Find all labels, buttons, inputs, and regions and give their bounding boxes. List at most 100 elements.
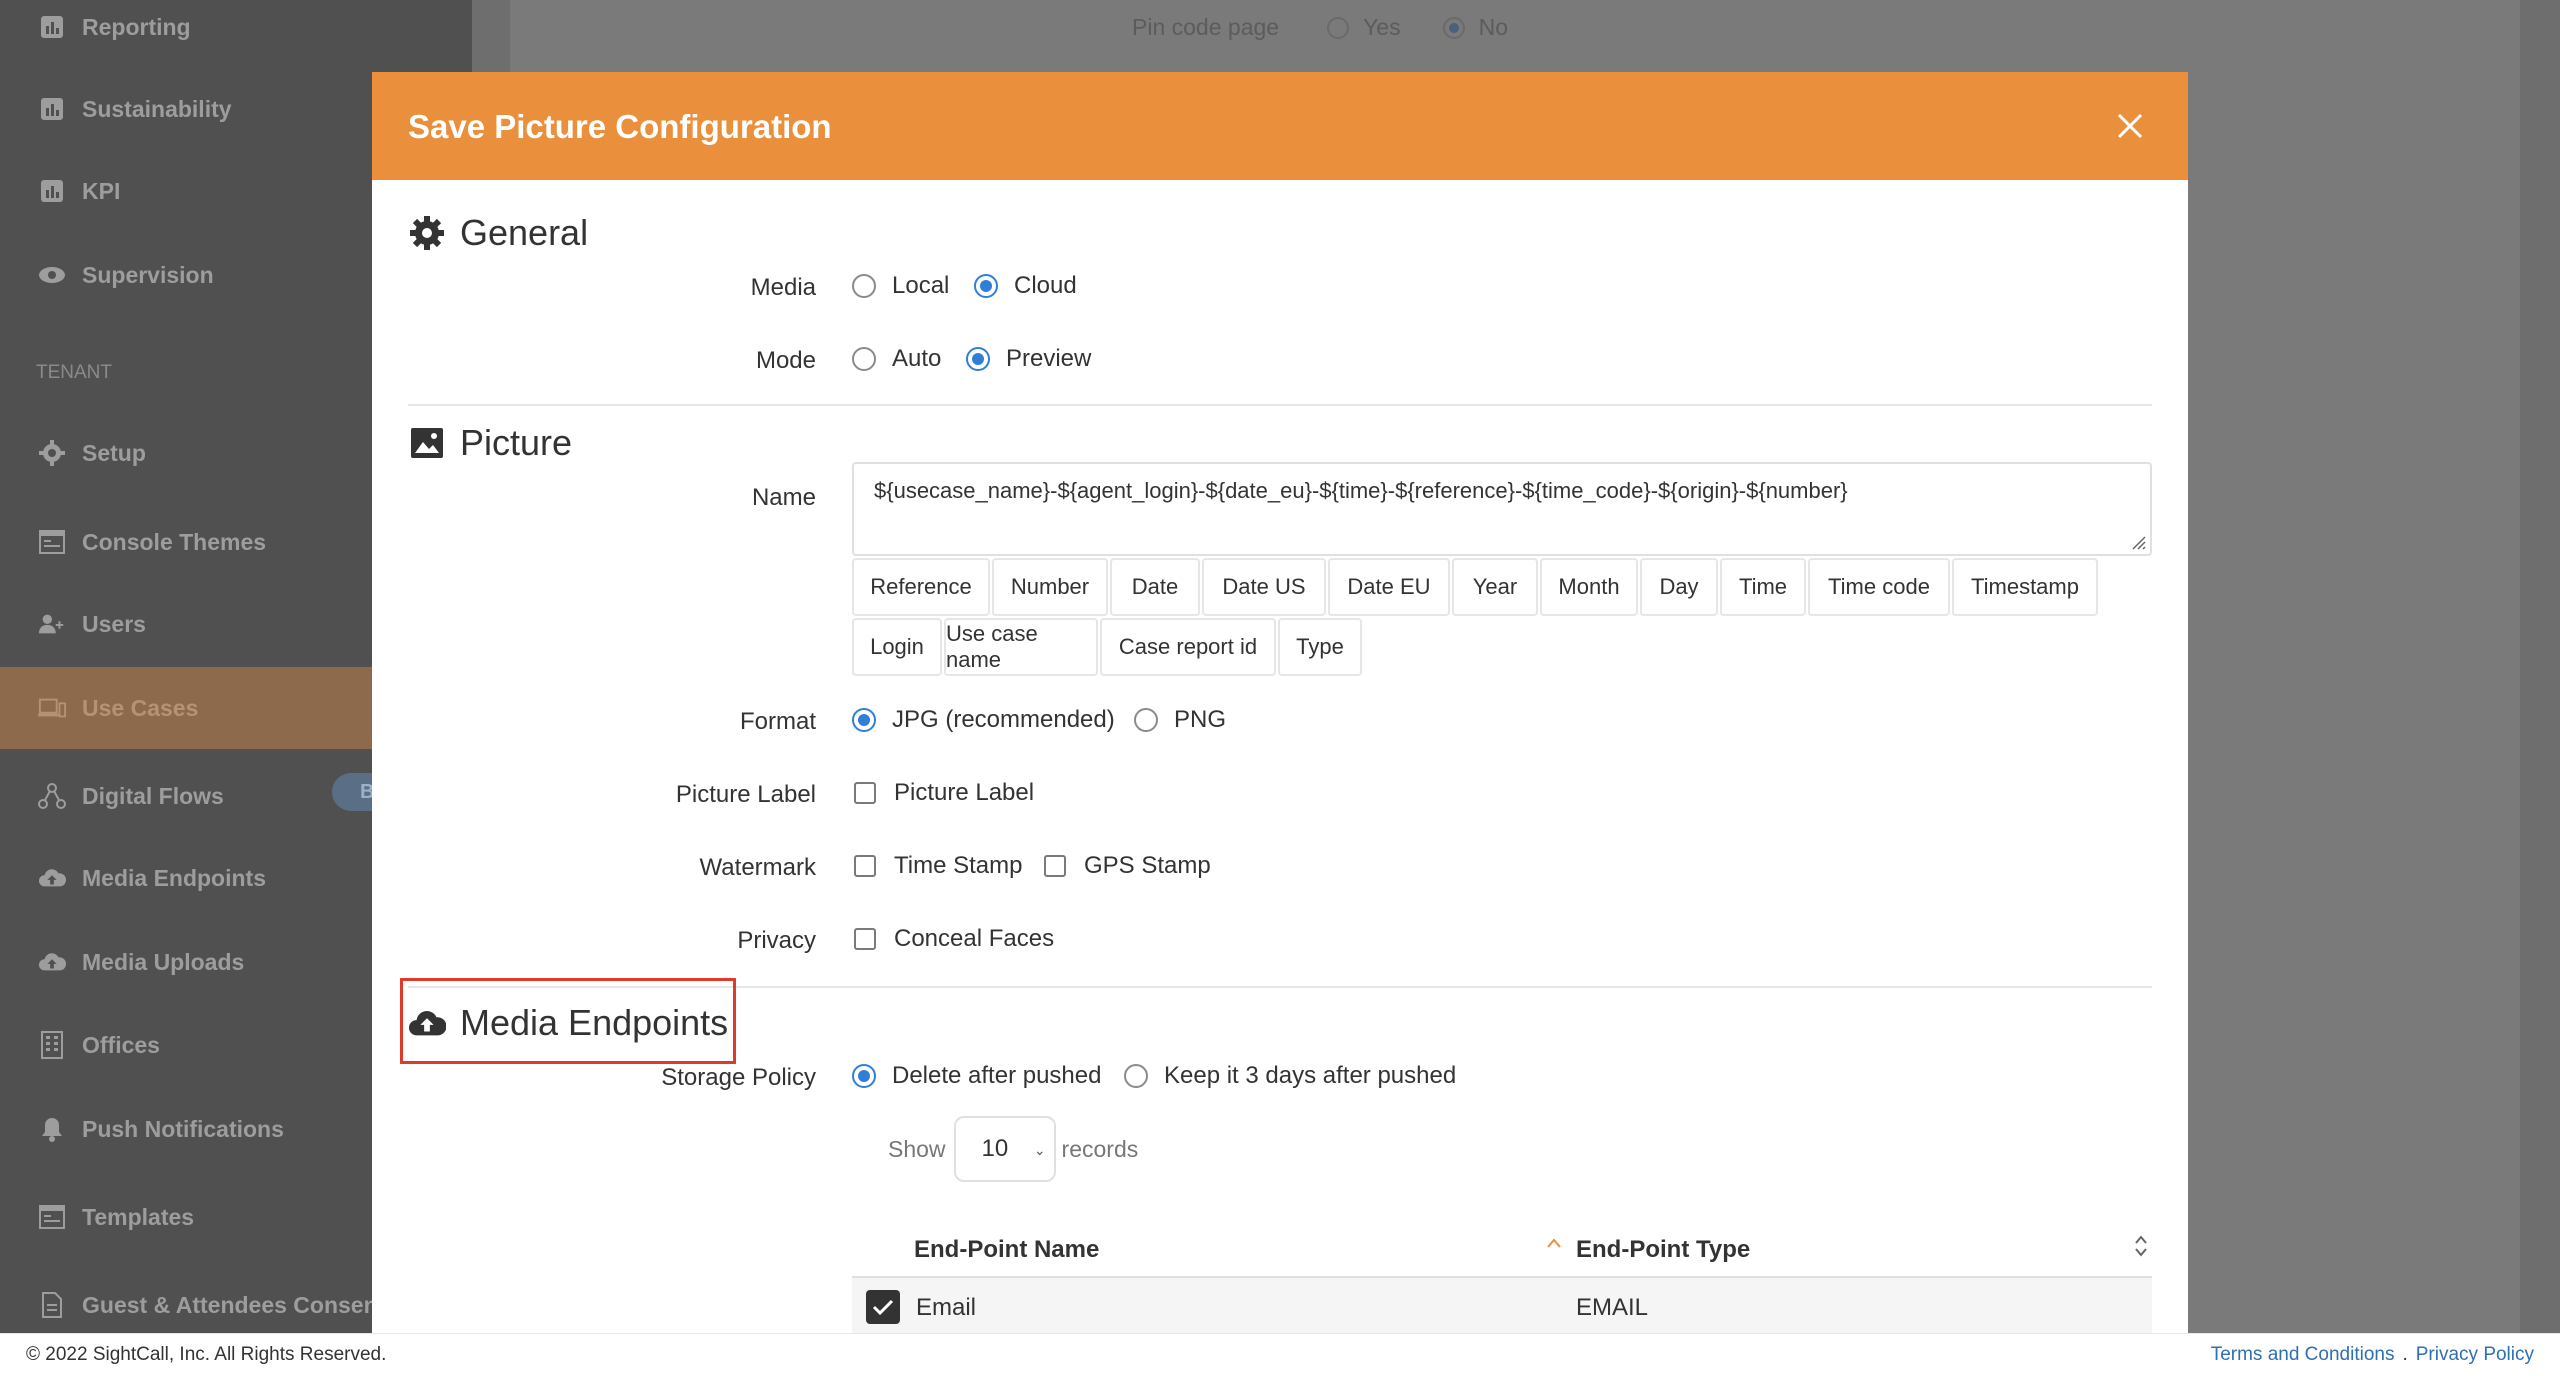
tag-month[interactable]: Month	[1540, 558, 1638, 616]
option-label: Preview	[1006, 345, 1092, 372]
section-title: General	[460, 212, 589, 253]
table-row[interactable]: Email EMAIL	[852, 1278, 2152, 1333]
delete-after-pushed-option[interactable]: Delete after pushed	[852, 1062, 1101, 1090]
endpoint-type-cell: EMAIL	[1576, 1294, 1649, 1321]
sidebar-item-label: Digital Flows	[82, 782, 224, 809]
tag-case-report-id[interactable]: Case report id	[1100, 618, 1276, 676]
radio-cloud[interactable]	[974, 274, 998, 298]
tag-date-us[interactable]: Date US	[1202, 558, 1326, 616]
radio-jpg[interactable]	[852, 708, 876, 732]
tag-day[interactable]: Day	[1640, 558, 1718, 616]
radio-png[interactable]	[1134, 708, 1158, 732]
checkbox-picture-label[interactable]	[854, 782, 876, 804]
radio-no[interactable]	[1442, 16, 1465, 39]
option-label: PNG	[1174, 706, 1227, 733]
format-png-option[interactable]: PNG	[1134, 706, 1226, 734]
link-separator: .	[2402, 1344, 2408, 1365]
tag-timestamp[interactable]: Timestamp	[1952, 558, 2098, 616]
sidebar-item-label: Media Uploads	[82, 948, 245, 975]
copyright-text: © 2022 SightCall, Inc. All Rights Reserv…	[26, 1344, 387, 1365]
radio-yes[interactable]	[1327, 16, 1350, 39]
radio-delete-after-pushed[interactable]	[852, 1064, 876, 1088]
sidebar-item-label: Offices	[82, 1031, 160, 1058]
checkbox-time-stamp[interactable]	[854, 855, 876, 877]
sidebar-item-label: Users	[82, 610, 146, 637]
column-endpoint-name[interactable]: End-Point Name	[914, 1236, 1099, 1264]
gear-icon	[408, 214, 446, 252]
mode-label: Mode	[755, 347, 816, 374]
sidebar-section-label: TENANT	[36, 362, 112, 383]
radio-yes-label: Yes	[1363, 14, 1401, 40]
checkmark-icon	[872, 1299, 894, 1316]
page-size-select[interactable]: 10 ⌄	[953, 1116, 1056, 1182]
tag-type[interactable]: Type	[1278, 618, 1362, 676]
theme-icon	[38, 1203, 66, 1231]
show-label: Show	[888, 1135, 946, 1162]
close-icon[interactable]	[2112, 108, 2148, 144]
devices-icon	[38, 694, 66, 722]
chevron-down-icon: ⌄	[1033, 1142, 1046, 1158]
sidebar-item-label: Supervision	[82, 261, 214, 288]
building-icon	[38, 1031, 66, 1059]
image-icon	[408, 424, 446, 462]
format-jpg-option[interactable]: JPG (recommended)	[852, 706, 1115, 734]
media-cloud-option[interactable]: Cloud	[974, 272, 1077, 300]
picture-label-checkbox-option[interactable]: Picture Label	[854, 779, 1034, 807]
radio-keep-3-days[interactable]	[1124, 1064, 1148, 1088]
mode-preview-option[interactable]: Preview	[966, 345, 1091, 373]
picture-name-textarea[interactable]: ${usecase_name}-${agent_login}-${date_eu…	[852, 462, 2152, 556]
tag-login[interactable]: Login	[852, 618, 942, 676]
cloud-upload-icon	[38, 948, 66, 976]
flow-icon	[38, 782, 66, 810]
column-endpoint-type[interactable]: End-Point Type	[1576, 1236, 1750, 1264]
radio-auto[interactable]	[852, 347, 876, 371]
gps-stamp-checkbox-option[interactable]: GPS Stamp	[1044, 852, 1211, 880]
mode-auto-option[interactable]: Auto	[852, 345, 941, 373]
bell-icon	[38, 1115, 66, 1143]
keep-3-days-option[interactable]: Keep it 3 days after pushed	[1124, 1062, 1456, 1090]
checkbox-gps-stamp[interactable]	[1044, 855, 1066, 877]
radio-local[interactable]	[852, 274, 876, 298]
picture-label-label: Picture Label	[675, 781, 816, 808]
time-stamp-checkbox-option[interactable]: Time Stamp	[854, 852, 1022, 880]
option-label: Picture Label	[894, 779, 1035, 806]
records-label: records	[1061, 1135, 1139, 1162]
page-footer: © 2022 SightCall, Inc. All Rights Reserv…	[0, 1333, 2560, 1376]
checkbox-conceal-faces[interactable]	[854, 928, 876, 950]
privacy-policy-link[interactable]: Privacy Policy	[2416, 1344, 2534, 1366]
endpoint-name-cell: Email	[916, 1294, 977, 1321]
sidebar-item-label: Use Cases	[82, 694, 199, 721]
sidebar-item-label: KPI	[82, 177, 121, 204]
radio-preview[interactable]	[966, 347, 990, 371]
tag-number[interactable]: Number	[992, 558, 1108, 616]
sidebar-item-reporting[interactable]: Reporting	[0, 0, 472, 60]
sort-icon[interactable]	[2134, 1232, 2148, 1265]
option-label: Delete after pushed	[892, 1062, 1102, 1089]
tag-time-code[interactable]: Time code	[1808, 558, 1950, 616]
cloud-upload-icon	[38, 864, 66, 892]
page-size-value: 10	[981, 1135, 1009, 1162]
terms-link[interactable]: Terms and Conditions	[2211, 1344, 2395, 1366]
modal-title: Save Picture Configuration	[408, 108, 832, 145]
sidebar-item-label: Templates	[82, 1203, 195, 1230]
tag-date-eu[interactable]: Date EU	[1328, 558, 1450, 616]
tag-year[interactable]: Year	[1452, 558, 1538, 616]
tag-date[interactable]: Date	[1110, 558, 1200, 616]
media-local-option[interactable]: Local	[852, 272, 949, 300]
section-divider	[408, 404, 2152, 406]
tag-use-case-name[interactable]: Use case name	[944, 618, 1098, 676]
row-checkbox[interactable]	[866, 1290, 900, 1324]
sort-asc-icon[interactable]	[1546, 1236, 1562, 1254]
resize-handle-icon[interactable]	[2128, 532, 2146, 550]
format-label: Format	[739, 708, 816, 735]
section-title: Media Endpoints	[460, 1002, 729, 1043]
sidebar-item-label: Console Themes	[82, 528, 267, 555]
endpoints-table-header: End-Point Name End-Point Type	[852, 1222, 2152, 1278]
tag-reference[interactable]: Reference	[852, 558, 990, 616]
tag-time[interactable]: Time	[1720, 558, 1806, 616]
document-icon	[38, 1291, 66, 1319]
option-label: Conceal Faces	[894, 925, 1055, 952]
conceal-faces-checkbox-option[interactable]: Conceal Faces	[854, 925, 1054, 953]
option-label: Cloud	[1014, 272, 1077, 299]
footer-links: Terms and Conditions . Privacy Policy	[2211, 1344, 2534, 1366]
